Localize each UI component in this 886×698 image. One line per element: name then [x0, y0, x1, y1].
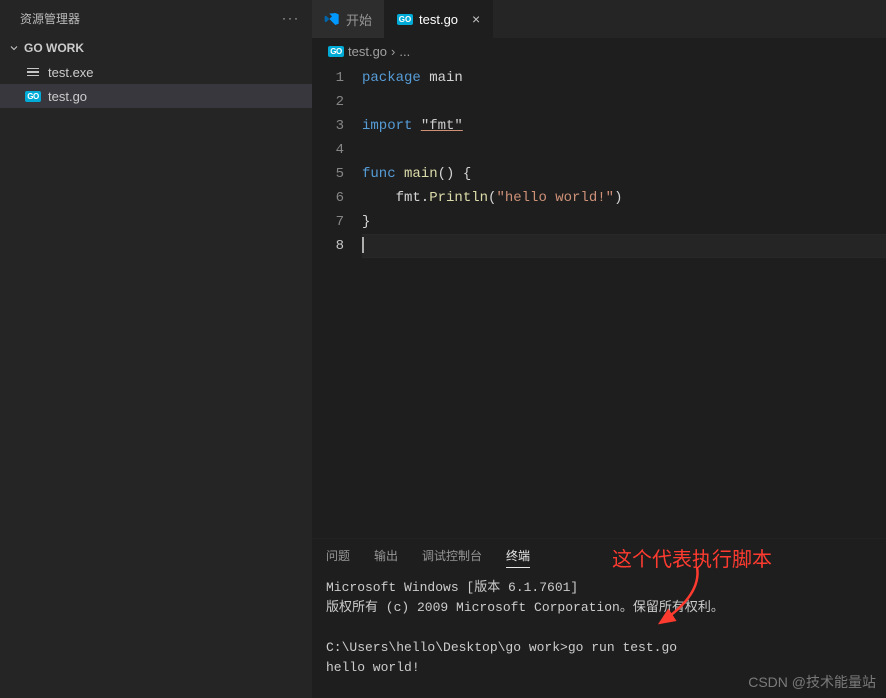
line-number: 5	[312, 162, 344, 186]
tab-bar: 开始 GO test.go ×	[312, 0, 886, 38]
lines-icon	[24, 63, 42, 81]
code-line[interactable]: fmt.Println("hello world!")	[362, 186, 886, 210]
code-line[interactable]: package main	[362, 66, 886, 90]
chevron-down-icon	[6, 40, 22, 56]
terminal-tab-问题[interactable]: 问题	[326, 547, 350, 568]
terminal-tabs: 问题 输出 调试控制台 终端	[312, 539, 886, 574]
tab-test.go[interactable]: GO test.go ×	[385, 0, 493, 38]
go-icon: GO	[328, 43, 344, 59]
close-icon[interactable]: ×	[472, 11, 480, 27]
tab-label: 开始	[346, 10, 372, 29]
breadcrumb-more: ...	[399, 44, 410, 59]
explorer-title: 资源管理器	[20, 10, 80, 27]
file-list: test.exe GO test.go	[0, 60, 312, 108]
go-icon: GO	[24, 87, 42, 105]
file-label: test.go	[48, 89, 87, 104]
code-content[interactable]: package main import "fmt" func main() { fm…	[362, 66, 886, 538]
code-line[interactable]	[362, 138, 886, 162]
terminal-tab-终端[interactable]: 终端	[506, 547, 530, 568]
code-line[interactable]: import "fmt"	[362, 114, 886, 138]
breadcrumb-file: test.go	[348, 44, 387, 59]
code-editor[interactable]: 12345678 package main import "fmt" func ma…	[312, 64, 886, 538]
line-gutter: 12345678	[312, 66, 362, 538]
editor-area: 开始GOtest.go× GO test.go › ... 12345678 p…	[312, 0, 886, 698]
folder-header[interactable]: GO WORK	[0, 36, 312, 60]
terminal-tab-输出[interactable]: 输出	[374, 547, 398, 568]
breadcrumb[interactable]: GO test.go › ...	[312, 38, 886, 64]
watermark: CSDN @技术能量站	[748, 672, 876, 692]
go-icon: GO	[397, 11, 413, 27]
explorer-sidebar: 资源管理器 ··· GO WORK test.exe GO test.go	[0, 0, 312, 698]
terminal-tab-调试控制台[interactable]: 调试控制台	[422, 547, 482, 568]
line-number: 4	[312, 138, 344, 162]
code-line[interactable]	[362, 90, 886, 114]
file-label: test.exe	[48, 65, 94, 80]
tab-label: test.go	[419, 12, 458, 27]
line-number: 2	[312, 90, 344, 114]
breadcrumb-separator: ›	[391, 44, 395, 59]
line-number: 3	[312, 114, 344, 138]
code-line[interactable]: func main() {	[362, 162, 886, 186]
line-number: 1	[312, 66, 344, 90]
folder-name: GO WORK	[24, 41, 84, 55]
file-item-test-exe[interactable]: test.exe	[0, 60, 312, 84]
more-icon[interactable]: ···	[282, 11, 300, 25]
vscode-icon	[324, 11, 340, 27]
code-line[interactable]	[362, 234, 886, 258]
code-line[interactable]: }	[362, 210, 886, 234]
line-number: 7	[312, 210, 344, 234]
tab-开始[interactable]: 开始	[312, 0, 385, 38]
line-number: 8	[312, 234, 344, 258]
explorer-header: 资源管理器 ···	[0, 0, 312, 36]
file-item-test-go[interactable]: GO test.go	[0, 84, 312, 108]
line-number: 6	[312, 186, 344, 210]
